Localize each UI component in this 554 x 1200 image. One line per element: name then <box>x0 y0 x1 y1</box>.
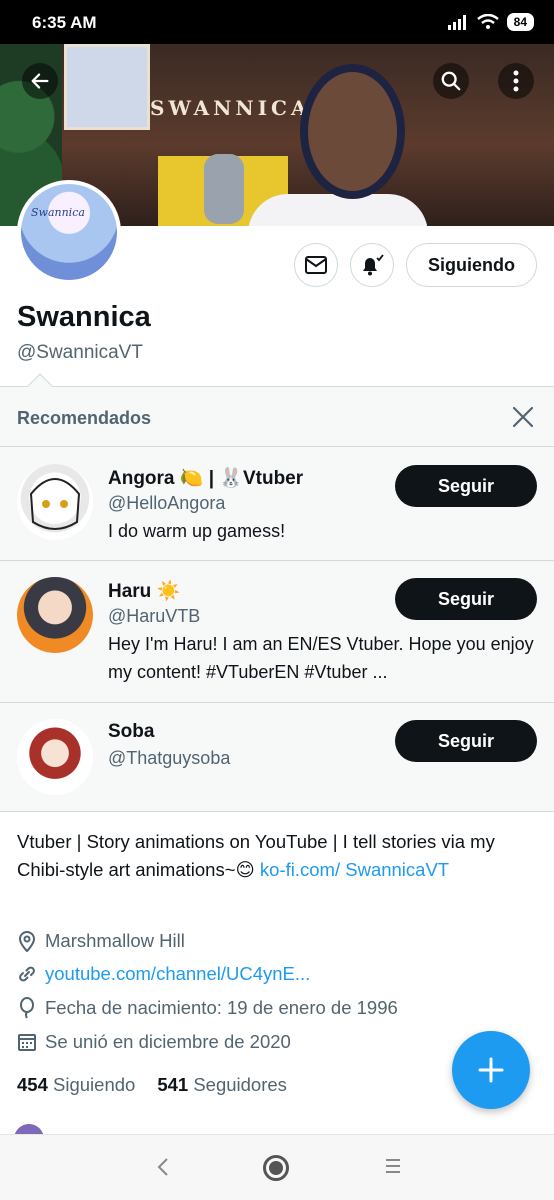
followers-label: Seguidores <box>193 1074 287 1095</box>
avatar[interactable] <box>17 464 93 540</box>
avatar[interactable] <box>17 577 93 653</box>
recommended-item[interactable]: Angora 🍋 | 🐰Vtuber @HelloAngora I do war… <box>0 446 554 560</box>
compose-tweet-button[interactable] <box>452 1031 530 1109</box>
recommended-name[interactable]: Angora 🍋 | 🐰Vtuber <box>108 466 303 490</box>
message-button[interactable] <box>294 243 338 287</box>
avatar[interactable] <box>17 719 93 795</box>
recommended-bio: Hey I'm Haru! I am an EN/ES Vtuber. Hope… <box>108 634 534 682</box>
birthday-text: Fecha de nacimiento: 19 de enero de 1996 <box>45 997 398 1018</box>
close-icon <box>512 406 534 428</box>
nav-recents-button[interactable] <box>384 1157 402 1180</box>
arrow-left-icon <box>31 73 49 89</box>
birthday-row: Fecha de nacimiento: 19 de enero de 1996 <box>17 997 398 1019</box>
chevron-left-icon <box>157 1158 168 1176</box>
search-icon <box>441 71 461 91</box>
banner-sign: SWANNICA <box>150 96 311 120</box>
menu-icon <box>386 1159 400 1173</box>
banner-hand <box>204 154 244 224</box>
followers-stat[interactable]: 541 Seguidores <box>157 1074 287 1096</box>
location-text: Marshmallow Hill <box>45 930 185 951</box>
location-pin-icon <box>18 931 36 952</box>
recommended-panel: Recomendados Angora 🍋 | 🐰Vtuber @HelloAn… <box>0 386 554 812</box>
following-count: 454 <box>17 1074 48 1095</box>
banner-character <box>300 64 405 199</box>
more-vertical-icon <box>513 70 519 92</box>
more-options-button[interactable] <box>498 63 534 99</box>
follow-button[interactable]: Seguir <box>395 720 537 762</box>
profile-avatar[interactable]: Swannica <box>17 180 121 284</box>
battery-icon: 84 <box>506 13 534 31</box>
bell-check-icon <box>363 254 384 276</box>
mail-icon <box>305 256 327 274</box>
website-link[interactable]: youtube.com/channel/UC4ynE... <box>45 963 310 985</box>
balloon-icon <box>20 997 34 1019</box>
following-stat[interactable]: 454 Siguiendo <box>17 1074 135 1096</box>
calendar-icon <box>18 1034 36 1051</box>
link-icon <box>19 966 35 982</box>
nav-back-button[interactable] <box>155 1153 171 1186</box>
notifications-button[interactable] <box>350 243 394 287</box>
followers-count: 541 <box>157 1074 189 1095</box>
back-button[interactable] <box>22 63 58 99</box>
banner-poster <box>64 44 150 130</box>
recommended-handle: @HelloAngora <box>108 493 226 513</box>
recommended-handle: @HaruVTB <box>108 606 201 626</box>
close-recommended-button[interactable] <box>512 406 534 433</box>
recommended-item[interactable]: Haru ☀️ @HaruVTB Hey I'm Haru! I am an E… <box>0 560 554 702</box>
banner-shirt <box>248 194 428 226</box>
wifi-icon <box>476 14 499 29</box>
recommended-title: Recomendados <box>17 408 152 428</box>
plus-icon <box>478 1057 504 1083</box>
avatar-logo-text: Swannica <box>31 206 85 219</box>
recommended-bio: I do warm up gamess! <box>108 521 286 541</box>
following-button[interactable]: Siguiendo <box>406 243 537 287</box>
search-button[interactable] <box>433 63 469 99</box>
sketch-avatar-icon <box>29 478 81 530</box>
following-label: Siguiendo <box>53 1074 136 1095</box>
system-nav-bar <box>0 1134 554 1200</box>
recommended-handle: @Thatguysoba <box>108 748 231 768</box>
website-row: youtube.com/channel/UC4ynE... <box>17 963 310 985</box>
profile-handle: @SwannicaVT <box>17 342 143 363</box>
follow-stats: 454 Siguiendo 541 Seguidores <box>17 1074 287 1096</box>
joined-text: Se unió en diciembre de 2020 <box>45 1031 291 1052</box>
follow-button[interactable]: Seguir <box>395 465 537 507</box>
profile-name: Swannica <box>17 301 151 333</box>
recommended-item[interactable]: Soba @Thatguysoba Seguir <box>0 702 554 812</box>
bio-link[interactable]: ko-fi.com/ SwannicaVT <box>260 859 449 880</box>
recommended-name[interactable]: Haru ☀️ <box>108 579 180 603</box>
recommended-name[interactable]: Soba <box>108 721 154 743</box>
follow-button[interactable]: Seguir <box>395 578 537 620</box>
profile-actions: Siguiendo <box>294 243 537 287</box>
nav-home-button[interactable] <box>263 1155 289 1181</box>
status-bar: 6:35 AM 84 <box>0 0 554 44</box>
location-row: Marshmallow Hill <box>17 930 185 952</box>
joined-row: Se unió en diciembre de 2020 <box>17 1031 291 1053</box>
profile-bio: Vtuber | Story animations on YouTube | I… <box>17 828 537 884</box>
status-icons: 84 <box>447 13 534 31</box>
signal-icon <box>447 15 466 30</box>
status-time: 6:35 AM <box>32 13 97 32</box>
